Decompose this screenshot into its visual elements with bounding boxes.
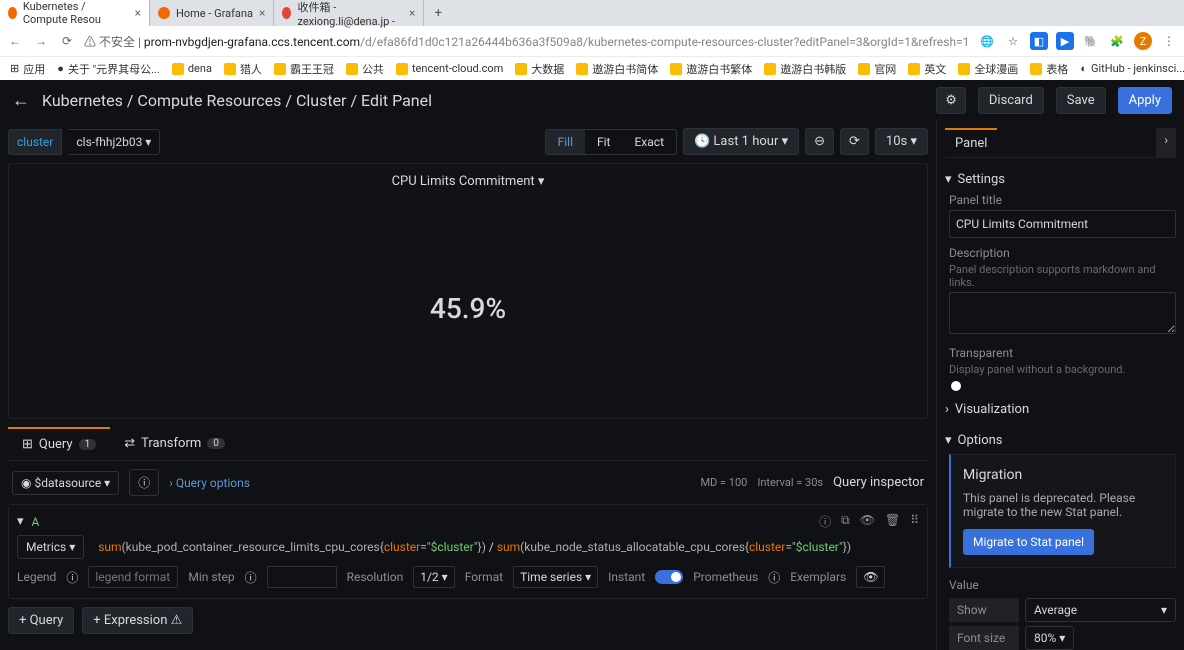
- bookmark[interactable]: 表格: [1026, 59, 1072, 79]
- duplicate-icon[interactable]: ⓘ: [819, 513, 831, 530]
- apps-icon[interactable]: ⊞ 应用: [6, 59, 49, 79]
- copy-icon[interactable]: ⧉: [841, 513, 850, 530]
- close-icon[interactable]: ×: [409, 6, 415, 20]
- settings-section[interactable]: ▾ Settings: [945, 166, 1176, 193]
- panel-value: 45.9%: [9, 199, 927, 418]
- bookmark[interactable]: 遨游白书韩版: [760, 59, 850, 79]
- side-panel: Panel › ▾ Settings Panel title Descripti…: [936, 120, 1184, 650]
- migration-notice: Migration This panel is deprecated. Plea…: [949, 454, 1176, 568]
- bookmark[interactable]: 大数据: [511, 59, 568, 79]
- zoom-out-button[interactable]: ⊖: [805, 128, 834, 155]
- expand-icon[interactable]: ›: [1156, 128, 1176, 157]
- exemplars-toggle[interactable]: 👁: [856, 566, 885, 588]
- visualization-section[interactable]: › Visualization: [945, 396, 1176, 423]
- template-variable[interactable]: cluster cls-fhhj2b03 ▾: [8, 129, 160, 155]
- extensions-icon[interactable]: 🧩: [1108, 32, 1126, 50]
- bookmark[interactable]: 猎人: [220, 59, 266, 79]
- options-section[interactable]: ▾ Options: [945, 427, 1176, 454]
- bookmark[interactable]: 公共: [342, 59, 388, 79]
- bookmark[interactable]: tencent-cloud.com: [392, 60, 507, 77]
- refresh-interval[interactable]: 10s ▾: [875, 128, 928, 155]
- bookmarks-bar: ⊞ 应用 ● 关于 "元界其母公... dena 猎人 霸王王冠 公共 tenc…: [0, 56, 1184, 80]
- query-name[interactable]: A: [32, 515, 40, 529]
- refresh-button[interactable]: ⟳: [840, 128, 869, 155]
- reload-icon[interactable]: ⟳: [58, 34, 76, 48]
- query-options-toggle[interactable]: › Query options: [169, 476, 250, 490]
- translate-icon[interactable]: 🌐: [978, 32, 996, 50]
- legend-input[interactable]: [88, 566, 178, 588]
- ext-icon[interactable]: 🐘: [1082, 32, 1100, 50]
- browser-tab[interactable]: Kubernetes / Compute Resou×: [0, 0, 150, 26]
- bookmark[interactable]: 全球漫画: [954, 59, 1022, 79]
- browser-tabs: Kubernetes / Compute Resou× Home - Grafa…: [0, 0, 1184, 26]
- bookmark[interactable]: ● 关于 "元界其母公...: [53, 59, 164, 79]
- back-icon[interactable]: ←: [6, 34, 24, 48]
- info-icon[interactable]: ⓘ: [768, 569, 780, 586]
- bookmark[interactable]: 英文: [904, 59, 950, 79]
- ext-icon[interactable]: ▶: [1056, 32, 1074, 50]
- panel-preview: CPU Limits Commitment ▾ 45.9%: [8, 163, 928, 419]
- browser-tab[interactable]: 收件箱 - zexiong.li@dena.jp -×: [274, 0, 424, 26]
- add-query-button[interactable]: + Query: [8, 607, 74, 634]
- collapse-icon[interactable]: ▾: [17, 514, 24, 529]
- save-button[interactable]: Save: [1056, 87, 1106, 114]
- bookmark[interactable]: 遨游白书繁体: [666, 59, 756, 79]
- time-picker[interactable]: 🕓 Last 1 hour ▾: [683, 128, 799, 155]
- ext-icon[interactable]: ◧: [1030, 32, 1048, 50]
- drag-icon[interactable]: ⠿: [910, 513, 919, 530]
- new-tab-button[interactable]: +: [424, 0, 452, 26]
- delete-icon[interactable]: 🗑: [885, 513, 900, 530]
- bookmark[interactable]: 遨游白书简体: [572, 59, 662, 79]
- migrate-button[interactable]: Migrate to Stat panel: [963, 529, 1094, 555]
- query-inspector-button[interactable]: Query inspector: [833, 475, 924, 490]
- apply-button[interactable]: Apply: [1118, 87, 1172, 114]
- datasource-picker[interactable]: ◉ $datasource ▾: [12, 471, 119, 495]
- fit-mode[interactable]: Fill Fit Exact: [545, 129, 677, 155]
- tab-transform[interactable]: ⇄ Transform 0: [110, 427, 239, 460]
- md-info: MD = 100: [700, 476, 747, 489]
- bookmark[interactable]: dena: [168, 60, 216, 77]
- tab-panel[interactable]: Panel: [945, 128, 997, 157]
- add-expression-button[interactable]: + Expression ⚠: [82, 607, 193, 634]
- discard-button[interactable]: Discard: [978, 87, 1044, 114]
- interval-info: Interval = 30s: [757, 476, 823, 489]
- avatar[interactable]: Z: [1134, 32, 1152, 50]
- bookmark[interactable]: 霸王王冠: [270, 59, 338, 79]
- page-header: ← Kubernetes / Compute Resources / Clust…: [0, 80, 1184, 120]
- close-icon[interactable]: ×: [135, 6, 141, 20]
- menu-icon[interactable]: ⋮: [1160, 34, 1178, 48]
- fontsize-select[interactable]: 80% ▾: [1025, 626, 1074, 650]
- back-button[interactable]: ←: [12, 90, 30, 111]
- url-field[interactable]: ⚠ 不安全 | prom-nvbgdjen-grafana.ccs.tencen…: [84, 33, 970, 50]
- address-bar: ← → ⟳ ⚠ 不安全 | prom-nvbgdjen-grafana.ccs.…: [0, 26, 1184, 56]
- browser-tab[interactable]: Home - Grafana×: [150, 0, 274, 26]
- close-icon[interactable]: ×: [259, 6, 265, 20]
- toggle-icon[interactable]: 👁: [860, 513, 875, 530]
- resolution-select[interactable]: 1/2 ▾: [413, 566, 454, 588]
- info-icon[interactable]: ⓘ: [66, 569, 78, 586]
- settings-button[interactable]: ⚙: [936, 87, 966, 114]
- show-select[interactable]: Average ▾: [1025, 598, 1176, 622]
- info-icon[interactable]: ⓘ: [245, 569, 257, 586]
- bookmark[interactable]: 官网: [854, 59, 900, 79]
- metrics-dropdown[interactable]: Metrics ▾: [17, 535, 84, 559]
- forward-icon[interactable]: →: [32, 34, 50, 48]
- query-editor: ▾ A ⓘ ⧉ 👁 🗑 ⠿ Metrics ▾ sum(kube_pod_con…: [8, 504, 928, 599]
- panel-title-input[interactable]: [949, 210, 1176, 238]
- panel-title[interactable]: CPU Limits Commitment ▾: [9, 164, 927, 199]
- instant-toggle[interactable]: [655, 570, 683, 584]
- tab-query[interactable]: ⊞ Query 1: [8, 427, 110, 460]
- datasource-help[interactable]: ⓘ: [129, 469, 159, 496]
- star-icon[interactable]: ☆: [1004, 32, 1022, 50]
- description-input[interactable]: [949, 292, 1176, 334]
- bookmark[interactable]: ◐ GitHub - jenkinsci...: [1076, 60, 1184, 77]
- minstep-input[interactable]: [267, 566, 337, 588]
- breadcrumb: Kubernetes / Compute Resources / Cluster…: [42, 91, 432, 110]
- format-select[interactable]: Time series ▾: [513, 566, 598, 588]
- query-code[interactable]: sum(kube_pod_container_resource_limits_c…: [92, 534, 857, 560]
